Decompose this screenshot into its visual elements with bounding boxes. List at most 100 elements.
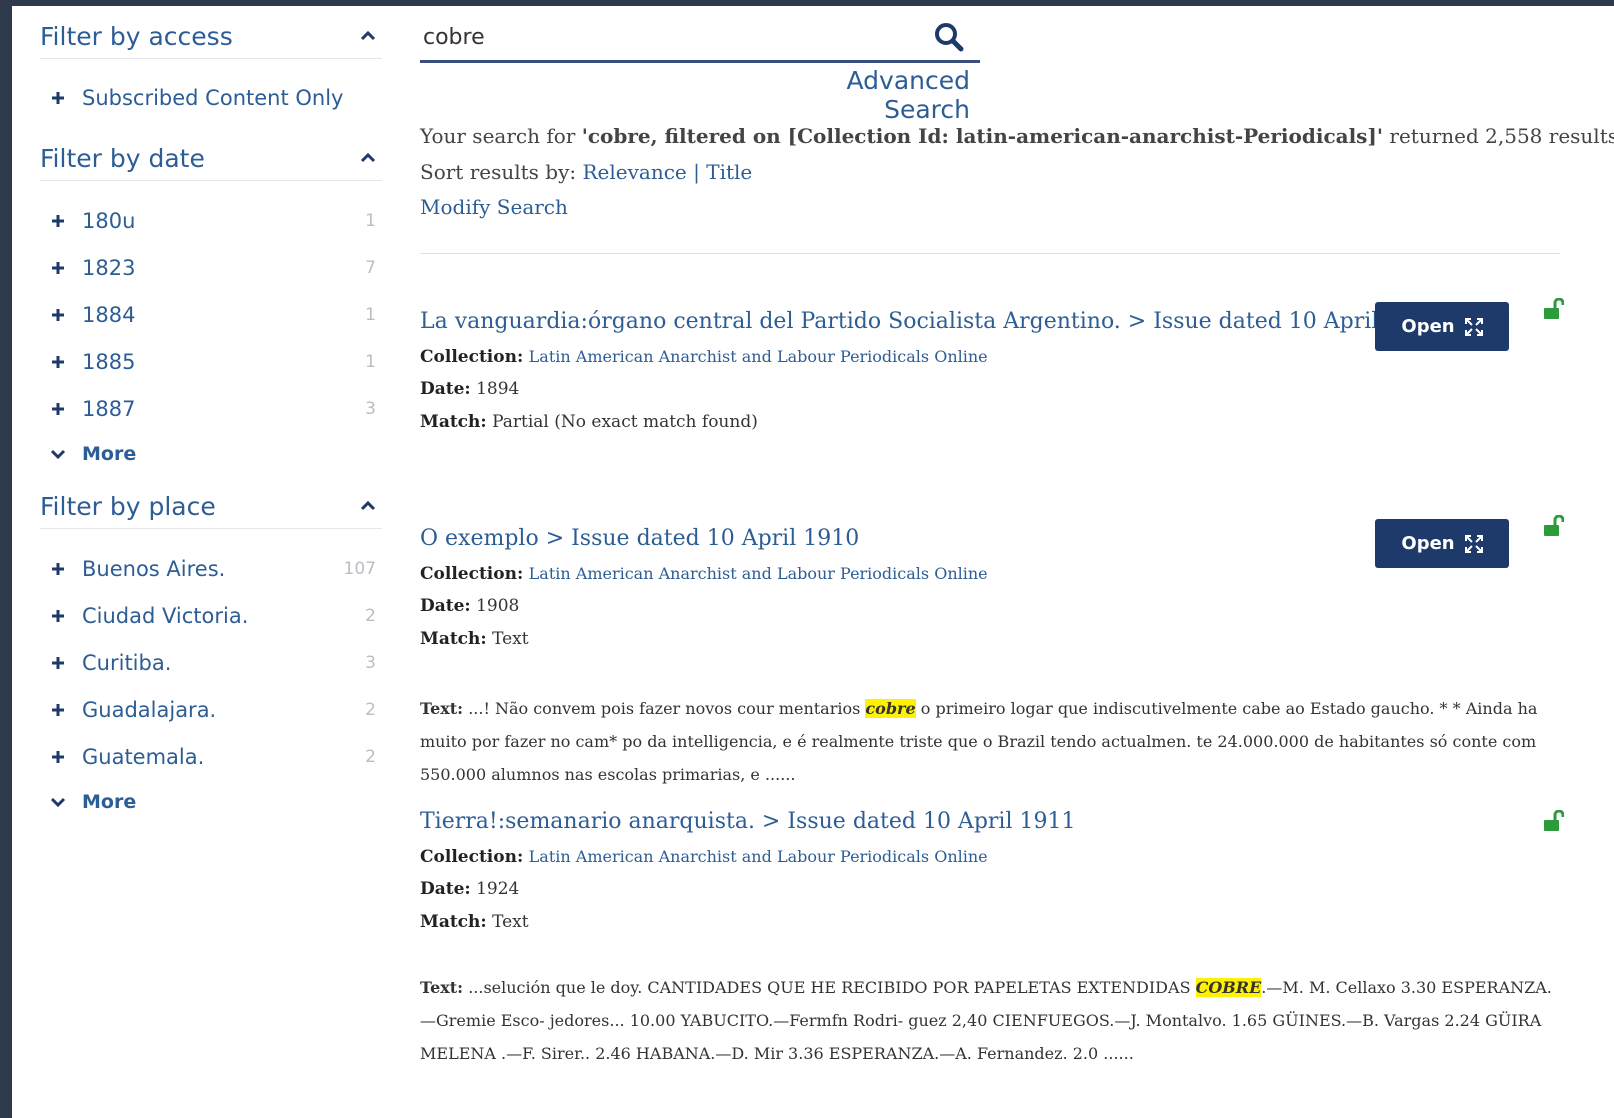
expand-icon (1464, 534, 1483, 553)
date-label: Date: (420, 596, 471, 616)
search-bar (420, 14, 980, 63)
collection-label: Collection: (420, 847, 524, 867)
unlock-icon (1544, 298, 1564, 319)
facet-item-label: Ciudad Victoria. (82, 603, 249, 628)
more-label: More (82, 443, 137, 465)
result-date: Date: 1894 (420, 373, 1600, 406)
collection-link[interactable]: Latin American Anarchist and Labour Peri… (529, 347, 988, 366)
collection-link[interactable]: Latin American Anarchist and Labour Peri… (529, 564, 988, 583)
facet-item-count: 2 (365, 699, 376, 720)
summary-prefix: Your search for (420, 124, 582, 148)
facet-access-title: Filter by access (40, 21, 233, 51)
result-collection: Collection: Latin American Anarchist and… (420, 840, 1600, 873)
page: Filter by access Subscribed Content Only… (12, 6, 1614, 1118)
modify-search-link[interactable]: Modify Search (420, 195, 568, 219)
facet-item-count: 1 (365, 351, 376, 372)
sort-relevance-link[interactable]: Relevance (583, 160, 687, 184)
facet-date-header[interactable]: Filter by date (40, 136, 382, 181)
facet-item-label: Guatemala. (82, 744, 205, 769)
result-date: Date: 1924 (420, 873, 1600, 906)
plus-icon (52, 402, 64, 415)
facet-item-date[interactable]: 180u 1 (40, 197, 382, 244)
plus-icon (52, 656, 64, 669)
facet-item-date[interactable]: 1884 1 (40, 291, 382, 338)
open-button[interactable]: Open (1375, 519, 1509, 568)
open-button[interactable]: Open (1375, 302, 1509, 351)
facet-item-count: 2 (365, 746, 376, 767)
divider (420, 253, 1560, 254)
facet-item-place[interactable]: Ciudad Victoria. 2 (40, 592, 382, 639)
chevron-up-icon (360, 152, 376, 163)
sort-label: Sort results by: (420, 160, 577, 184)
facet-item-date[interactable]: 1823 7 (40, 244, 382, 291)
search-icon[interactable] (933, 21, 965, 53)
plus-icon (52, 261, 64, 274)
result-item: O exemplo > Issue dated 10 April 1910 Co… (420, 515, 1600, 791)
facet-item-date[interactable]: 1887 3 (40, 385, 382, 432)
facet-item-place[interactable]: Guatemala. 2 (40, 733, 382, 780)
collection-link[interactable]: Latin American Anarchist and Labour Peri… (529, 847, 988, 866)
match-label: Match: (420, 629, 487, 649)
facet-date: Filter by date 180u 1 1823 7 1884 1 1885… (40, 136, 382, 476)
sort-title-link[interactable]: Title (706, 160, 752, 184)
open-label: Open (1401, 533, 1455, 554)
facet-place-more[interactable]: More (40, 780, 382, 824)
facet-access-header[interactable]: Filter by access (40, 14, 382, 59)
chevron-up-icon (360, 30, 376, 41)
collection-label: Collection: (420, 347, 524, 367)
facet-item-count: 1 (365, 304, 376, 325)
result-snippet: Text: ...selución que le doy. CANTIDADES… (420, 971, 1560, 1070)
plus-icon (52, 308, 64, 321)
facet-date-list: 180u 1 1823 7 1884 1 1885 1 1887 3 (40, 197, 382, 432)
chevron-up-icon (360, 500, 376, 511)
search-input[interactable] (420, 24, 923, 50)
facet-item-label: 180u (82, 208, 136, 233)
facet-item-place[interactable]: Guadalajara. 2 (40, 686, 382, 733)
facet-item-subscribed[interactable]: Subscribed Content Only (40, 74, 382, 121)
facet-item-count: 3 (365, 652, 376, 673)
match-value: Partial (No exact match found) (492, 412, 758, 432)
facet-place-list: Buenos Aires. 107 Ciudad Victoria. 2 Cur… (40, 545, 382, 780)
date-value: 1908 (476, 596, 520, 616)
facet-item-count: 2 (365, 605, 376, 626)
facet-item-label: 1884 (82, 302, 136, 327)
summary-query: 'cobre, filtered on [Collection Id: lati… (581, 124, 1384, 148)
plus-icon (52, 91, 64, 104)
plus-icon (52, 562, 64, 575)
facet-item-count: 107 (343, 558, 376, 579)
sort-separator: | (693, 160, 700, 184)
match-label: Match: (420, 912, 487, 932)
facet-place-header[interactable]: Filter by place (40, 484, 382, 529)
more-label: More (82, 791, 137, 813)
match-value: Text (492, 912, 529, 932)
facet-item-label: Buenos Aires. (82, 556, 226, 581)
snippet-before: ...! Não convem pois fazer novos cour me… (468, 699, 866, 718)
facet-access-list: Subscribed Content Only (40, 74, 382, 121)
result-match: Match: Text (420, 906, 1600, 939)
facet-item-place[interactable]: Buenos Aires. 107 (40, 545, 382, 592)
facet-date-title: Filter by date (40, 143, 205, 173)
result-snippet: Text: ...! Não convem pois fazer novos c… (420, 692, 1560, 791)
result-title-link[interactable]: Tierra!:semanario anarquista. > Issue da… (420, 804, 1600, 840)
facet-item-label: Curitiba. (82, 650, 172, 675)
result-match: Match: Text (420, 623, 1600, 656)
expand-icon (1464, 317, 1483, 336)
open-label: Open (1401, 316, 1455, 337)
date-value: 1924 (476, 879, 520, 899)
facet-item-label: Subscribed Content Only (82, 85, 344, 110)
facet-item-date[interactable]: 1885 1 (40, 338, 382, 385)
result-item: Tierra!:semanario anarquista. > Issue da… (420, 804, 1600, 1070)
facet-item-count: 1 (365, 210, 376, 231)
date-label: Date: (420, 879, 471, 899)
date-value: 1894 (476, 379, 520, 399)
unlock-icon (1544, 515, 1564, 536)
facet-item-place[interactable]: Curitiba. 3 (40, 639, 382, 686)
result-item: La vanguardia:órgano central del Partido… (420, 298, 1600, 439)
facet-item-label: Guadalajara. (82, 697, 217, 722)
snippet-before: ...selución que le doy. CANTIDADES QUE H… (468, 978, 1196, 997)
facet-item-label: 1823 (82, 255, 136, 280)
facet-place-title: Filter by place (40, 491, 216, 521)
search-hit-highlight: cobre (865, 699, 916, 718)
facet-date-more[interactable]: More (40, 432, 382, 476)
advanced-search-link[interactable]: Advanced Search (770, 66, 971, 124)
